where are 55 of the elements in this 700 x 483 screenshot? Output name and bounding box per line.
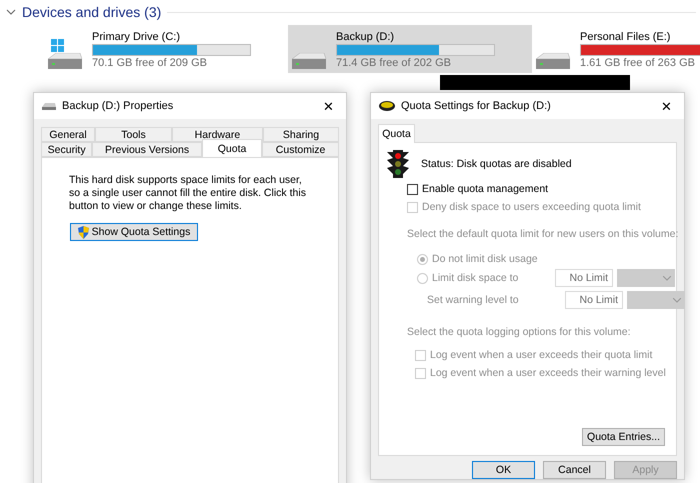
radio-label: Do not limit disk usage — [432, 253, 538, 265]
section-label: Select the quota logging options for this volume: — [407, 326, 631, 338]
tab[interactable]: Customize — [262, 142, 339, 157]
free-space: 71.4 GB free of 202 GB — [336, 57, 452, 69]
window-title: Backup (D:) Properties — [62, 100, 174, 112]
quota-entries-button[interactable]: Quota Entries... — [582, 428, 665, 446]
field-label: Set warning level to — [427, 294, 519, 306]
limit-field[interactable]: No Limit — [555, 269, 613, 287]
checkbox[interactable] — [407, 184, 418, 194]
tab[interactable]: Previous Versions — [92, 142, 202, 157]
show-quota-button[interactable]: Show Quota Settings — [70, 223, 198, 241]
checkbox-label: Enable quota management — [422, 183, 548, 195]
caret-icon[interactable] — [6, 8, 16, 16]
drive-tile[interactable]: Personal Files (E:) 1.61 GB free of 263 GB — [532, 25, 700, 73]
radio-button[interactable] — [417, 254, 428, 264]
unit-dropdown[interactable] — [617, 269, 675, 287]
drive-icon — [42, 102, 56, 110]
hard-drive-icon — [536, 53, 570, 69]
hard-drive-icon — [292, 53, 326, 69]
checkbox-label: Log event when a user exceeds their warning level — [430, 367, 666, 379]
warning-field[interactable]: No Limit — [565, 291, 623, 309]
checkbox-label: Log event when a user exceeds their quota limit — [430, 349, 652, 361]
drive-tile[interactable]: Backup (D:) 71.4 GB free of 202 GB — [288, 25, 532, 73]
dialog-button[interactable]: OK — [472, 461, 535, 479]
hard-drive-icon — [48, 53, 82, 69]
traffic-light-icon — [387, 149, 409, 179]
free-space: 1.61 GB free of 263 GB — [580, 57, 696, 69]
description-text: This hard disk supports space limits for each user, so a single user cannot fill the entire disk. Click this button to view or change these limits. — [69, 174, 307, 213]
drive-tile[interactable]: Primary Drive (C:) 70.1 GB free of 209 GB — [44, 25, 288, 73]
windows-logo-icon — [51, 39, 64, 52]
tab[interactable]: Quota — [202, 139, 262, 157]
section-label: Select the default quota limit for new users on this volume: — [407, 228, 678, 240]
radio-button[interactable] — [417, 272, 428, 284]
tab[interactable]: Sharing — [262, 127, 339, 142]
radio-label: Limit disk space to — [432, 272, 518, 284]
window-title: Quota Settings for Backup (D:) — [401, 100, 552, 112]
tab[interactable]: Security — [41, 142, 92, 157]
disk-icon — [379, 101, 395, 111]
drive-name: Backup (D:) — [336, 31, 396, 43]
close-button[interactable]: ✕ — [657, 98, 676, 114]
dialog-button[interactable]: Cancel — [543, 461, 606, 479]
free-space: 70.1 GB free of 209 GB — [92, 57, 208, 69]
shield-icon — [78, 226, 89, 238]
chevron-icon — [673, 298, 681, 302]
drive-name: Personal Files (E:) — [580, 31, 672, 43]
chevron-icon — [663, 276, 671, 280]
unit-dropdown[interactable] — [627, 291, 685, 309]
drive-name: Primary Drive (C:) — [92, 31, 181, 43]
section-title: Devices and drives (3) — [22, 4, 162, 20]
tab[interactable]: Tools — [95, 127, 172, 142]
tab[interactable]: Quota — [378, 124, 415, 143]
tab[interactable]: General — [41, 127, 96, 142]
close-button[interactable]: ✕ — [319, 98, 338, 114]
checkbox-label: Deny disk space to users exceeding quota limit — [422, 201, 641, 213]
status-text: Status: Disk quotas are disabled — [421, 158, 572, 170]
